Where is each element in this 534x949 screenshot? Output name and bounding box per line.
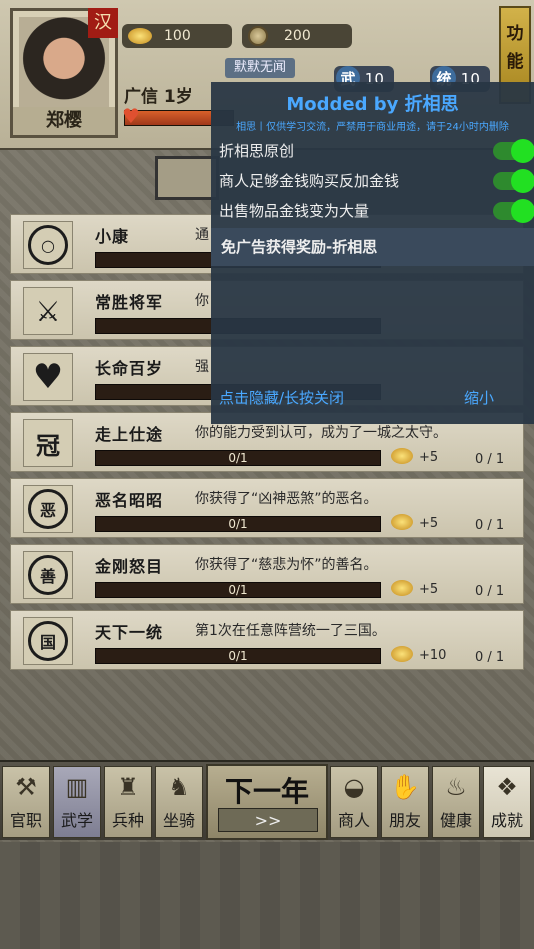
achievement-reward: +10 <box>419 648 447 663</box>
mod-minimize-button[interactable]: 缩小 <box>464 378 494 418</box>
mod-hide-button[interactable]: 点击隐藏/长按关闭 <box>219 378 344 418</box>
tab-health[interactable]: ♨ 健康 <box>432 766 480 838</box>
official-hat-badge-icon: 冠 <box>23 419 73 467</box>
achievement-desc: 你的能力受到认可，成为了一城之太守。 <box>195 425 447 441</box>
fast-forward-button[interactable]: >> <box>218 808 318 832</box>
mod-menu-footer: 点击隐藏/长按关闭 缩小 <box>211 378 534 418</box>
mod-menu-title: Modded by 折相思 <box>286 94 459 115</box>
handshake-icon: ✋ <box>390 773 420 801</box>
achievement-icon: ❖ <box>496 773 518 801</box>
tab-achievements[interactable]: ❖ 成就 <box>483 766 531 838</box>
gold-ingot-icon <box>391 514 413 530</box>
gold-ingot-icon <box>128 28 152 44</box>
horse-icon: ♞ <box>168 773 190 801</box>
gold-ingot-icon <box>391 580 413 596</box>
achievement-count: 0 / 1 <box>475 650 505 665</box>
achievement-progress: 0/1 <box>95 648 381 664</box>
tab-troops[interactable]: ♜ 兵种 <box>104 766 152 838</box>
tab-friends[interactable]: ✋ 朋友 <box>381 766 429 838</box>
mod-option-label: 商人足够金钱购买反加金钱 <box>219 172 400 190</box>
tab-official[interactable]: ⚒ 官职 <box>2 766 50 838</box>
achievement-progress: 0/1 <box>95 582 381 598</box>
nation-badge-icon: 国 <box>23 617 73 665</box>
reputation-title: 默默无闻 <box>225 58 295 78</box>
official-icon: ⚒ <box>15 773 37 801</box>
tab-merchant[interactable]: ◒ 商人 <box>330 766 378 838</box>
mod-option-toggle[interactable] <box>493 199 534 223</box>
achievement-desc: 你获得了“凶神恶煞”的恶名。 <box>195 491 378 507</box>
achievement-reward: +5 <box>419 450 439 465</box>
achievement-desc: 你获得了“慈悲为怀”的善名。 <box>195 557 378 573</box>
gold-counter: 100 <box>122 24 232 48</box>
coin-icon <box>248 26 268 46</box>
achievement-progress: 0/1 <box>95 450 381 466</box>
achievement-row[interactable]: 恶 恶名昭昭 你获得了“凶神恶煞”的恶名。 0/1 +5 0 / 1 <box>10 478 524 538</box>
achievement-desc: 第1次在任意阵营统一了三国。 <box>195 623 386 639</box>
swords-badge-icon: ⚔ <box>23 287 73 335</box>
achievement-title: 天下一统 <box>95 623 164 642</box>
good-badge-icon: 善 <box>23 551 73 599</box>
gourd-icon: ♨ <box>445 773 467 801</box>
bottom-panel <box>0 842 534 949</box>
heart-badge-icon: ♥ <box>23 353 73 401</box>
gold-ingot-icon <box>391 448 413 464</box>
next-year-button[interactable]: 下一年 >> <box>206 764 328 840</box>
evil-badge-icon: 恶 <box>23 485 73 533</box>
achievement-row[interactable]: 国 天下一统 第1次在任意阵营统一了三国。 0/1 +10 0 / 1 <box>10 610 524 670</box>
achievement-title: 长命百岁 <box>95 359 164 378</box>
bottom-nav: ⚒ 官职 ▥ 武学 ♜ 兵种 ♞ 坐骑 下一年 >> ◒ 商人 ✋ 朋友 ♨ 健… <box>0 760 534 840</box>
achievement-title: 恶名昭昭 <box>95 491 164 510</box>
achievement-progress: 0/1 <box>95 516 381 532</box>
mod-option-toggle[interactable] <box>493 139 534 163</box>
coin-counter: 200 <box>242 24 352 48</box>
achievement-reward: +5 <box>419 582 439 597</box>
coin-value: 200 <box>284 28 311 44</box>
decorative-plaque <box>155 156 219 200</box>
tab-martial-arts[interactable]: ▥ 武学 <box>53 766 101 838</box>
achievement-count: 0 / 1 <box>475 452 505 467</box>
armor-icon: ♜ <box>117 773 139 801</box>
achievement-desc: 通 <box>195 227 209 243</box>
martial-arts-icon: ▥ <box>65 773 89 801</box>
achievement-title: 小康 <box>95 227 130 246</box>
achievement-desc: 你 <box>195 293 209 309</box>
mod-ad-reward-button[interactable]: 免广告获得奖励-折相思 <box>211 228 534 266</box>
hero-name: 郑樱 <box>13 107 115 135</box>
mod-option-toggle[interactable] <box>493 169 534 193</box>
mod-menu-overlay[interactable]: Modded by 折相思 相思丨仅供学习交流，严禁用于商业用途，请于24小时内… <box>211 82 534 424</box>
achievement-row[interactable]: 善 金刚怒目 你获得了“慈悲为怀”的善名。 0/1 +5 0 / 1 <box>10 544 524 604</box>
mod-option-label: 折相思原创 <box>219 142 295 160</box>
faction-badge: 汉 <box>88 8 118 38</box>
achievement-reward: +5 <box>419 516 439 531</box>
achievement-title: 常胜将军 <box>95 293 164 312</box>
achievement-title: 走上仕途 <box>95 425 164 444</box>
tab-mount[interactable]: ♞ 坐骑 <box>155 766 203 838</box>
hero-portrait[interactable]: 汉 郑樱 <box>10 8 118 138</box>
gold-value: 100 <box>164 28 191 44</box>
achievement-desc: 强 <box>195 359 209 375</box>
coin-badge-icon: ○ <box>23 221 73 269</box>
achievement-title: 金刚怒目 <box>95 557 164 576</box>
achievement-count: 0 / 1 <box>475 518 505 533</box>
ingot-icon: ◒ <box>343 773 365 801</box>
gold-ingot-icon <box>391 646 413 662</box>
mod-menu-subtitle: 相思丨仅供学习交流，严禁用于商业用途，请于24小时内删除 <box>236 122 509 133</box>
achievement-count: 0 / 1 <box>475 584 505 599</box>
heart-icon: ♥ <box>122 104 140 128</box>
mod-option-label: 出售物品金钱变为大量 <box>219 202 370 220</box>
